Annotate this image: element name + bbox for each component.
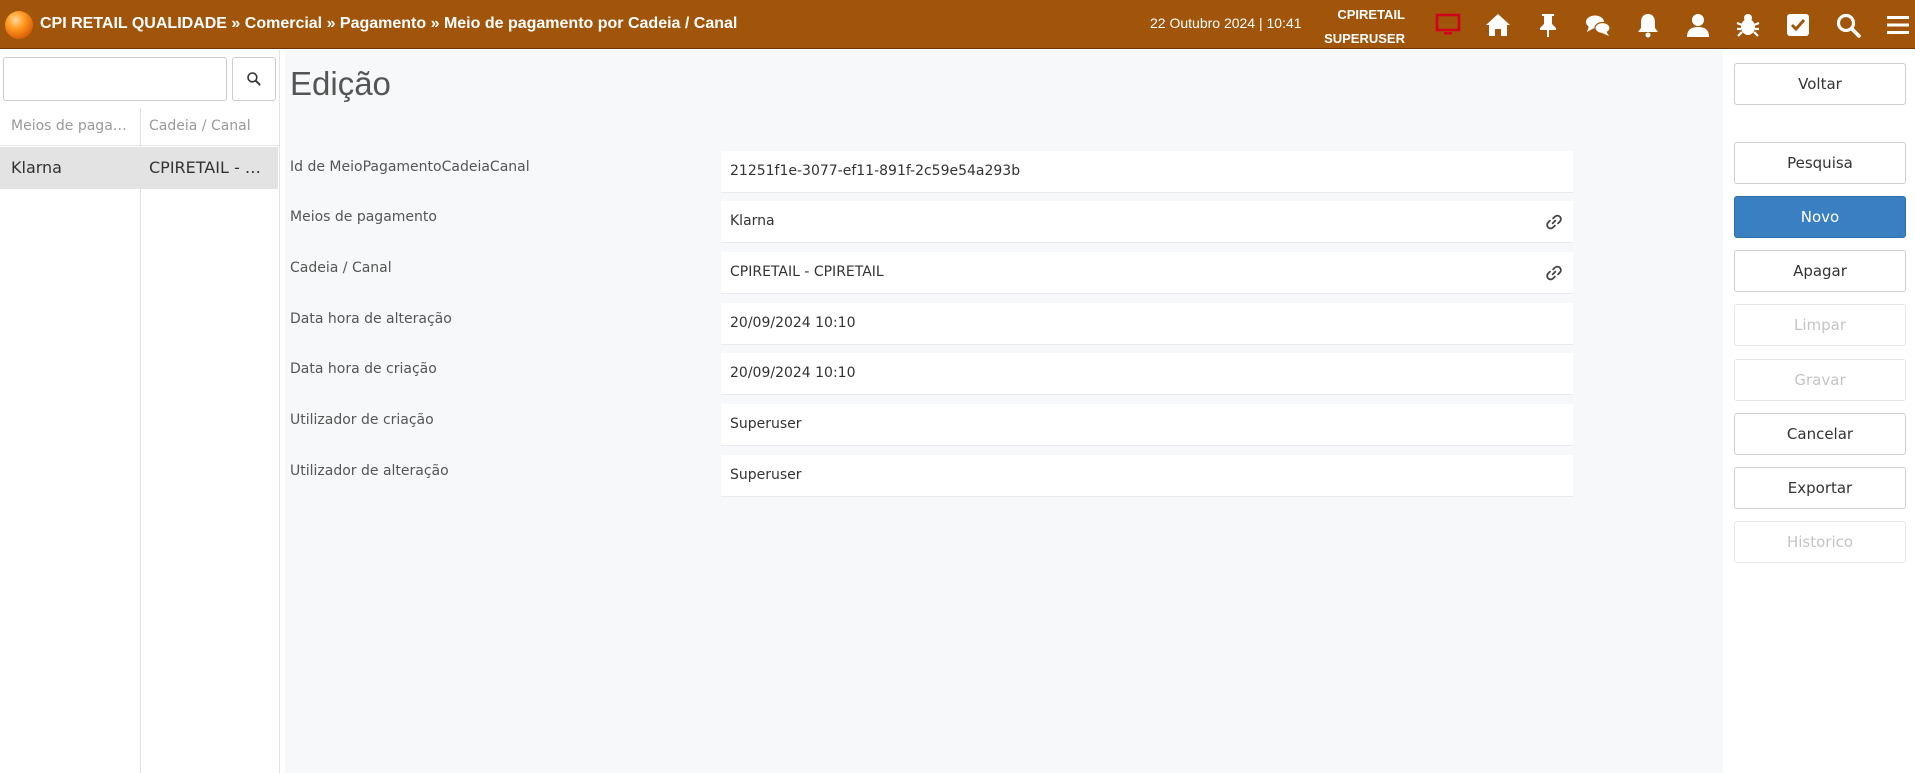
link-icon[interactable] <box>1545 213 1563 231</box>
exportar-button[interactable]: Exportar <box>1734 467 1906 509</box>
field-value: CPIRETAIL - CPIRETAIL <box>730 264 884 280</box>
field-label: Data hora de alteração <box>290 311 452 327</box>
field-value: Superuser <box>730 416 802 432</box>
field-id: Id de MeioPagamentoCadeiaCanal 21251f1e-… <box>285 151 1575 201</box>
field-value: Klarna <box>730 213 775 229</box>
search-button[interactable] <box>232 57 276 101</box>
field-value-box[interactable]: Superuser <box>721 404 1573 446</box>
breadcrumb: CPI RETAIL QUALIDADE » Comercial » Pagam… <box>40 15 738 32</box>
left-panel: Meios de pagamento Cadeia / Canal Klarna… <box>0 50 280 773</box>
monitor-icon[interactable] <box>1423 8 1473 42</box>
link-icon[interactable] <box>1545 264 1563 282</box>
field-utilizador-alteracao: Utilizador de alteração Superuser <box>285 455 1575 505</box>
field-label: Utilizador de criação <box>290 412 434 428</box>
actions-panel: Voltar Pesquisa Novo Apagar Limpar Grava… <box>1723 50 1915 773</box>
field-value-box[interactable]: Superuser <box>721 455 1573 497</box>
field-label: Meios de pagamento <box>290 209 437 225</box>
field-value: 21251f1e-3077-ef11-891f-2c59e54a293b <box>730 163 1021 179</box>
field-value-box[interactable]: 20/09/2024 10:10 <box>721 303 1573 345</box>
column-header-cadeia[interactable]: Cadeia / Canal <box>149 118 275 134</box>
field-meios-pagamento: Meios de pagamento Klarna <box>285 201 1575 251</box>
checkbox-icon[interactable] <box>1773 8 1823 42</box>
field-label: Id de MeioPagamentoCadeiaCanal <box>290 159 530 175</box>
field-value-box[interactable]: Klarna <box>721 201 1573 243</box>
bell-icon[interactable] <box>1623 8 1673 42</box>
chat-icon[interactable] <box>1573 8 1623 42</box>
main-content: Edição Id de MeioPagamentoCadeiaCanal 21… <box>285 50 1723 773</box>
field-data-criacao: Data hora de criação 20/09/2024 10:10 <box>285 353 1575 403</box>
top-bar: CPI RETAIL QUALIDADE » Comercial » Pagam… <box>0 0 1915 49</box>
menu-icon[interactable] <box>1873 8 1915 42</box>
search-icon[interactable] <box>1823 8 1873 42</box>
app-logo[interactable] <box>5 11 33 39</box>
field-label: Data hora de criação <box>290 361 437 377</box>
limpar-button[interactable]: Limpar <box>1734 304 1906 346</box>
apagar-button[interactable]: Apagar <box>1734 250 1906 292</box>
home-icon[interactable] <box>1473 8 1523 42</box>
gravar-button[interactable]: Gravar <box>1734 359 1906 401</box>
list-item-meio: Klarna <box>11 158 62 177</box>
field-value: Superuser <box>730 467 802 483</box>
field-utilizador-criacao: Utilizador de criação Superuser <box>285 404 1575 454</box>
pin-icon[interactable] <box>1523 8 1573 42</box>
historico-button[interactable]: Historico <box>1734 521 1906 563</box>
field-data-alteracao: Data hora de alteração 20/09/2024 10:10 <box>285 303 1575 353</box>
novo-button[interactable]: Novo <box>1734 196 1906 238</box>
current-datetime: 22 Outubro 2024 | 10:41 <box>1150 15 1302 31</box>
field-cadeia-canal: Cadeia / Canal CPIRETAIL - CPIRETAIL <box>285 252 1575 302</box>
field-label: Utilizador de alteração <box>290 463 449 479</box>
list-item[interactable]: Klarna CPIRETAIL - CPIRETAIL <box>0 147 278 189</box>
bug-icon[interactable] <box>1723 8 1773 42</box>
search-icon <box>247 72 261 86</box>
user-info: CPIRETAIL SUPERUSER <box>1305 3 1405 51</box>
field-value: 20/09/2024 10:10 <box>730 365 856 381</box>
field-value-box[interactable]: CPIRETAIL - CPIRETAIL <box>721 252 1573 294</box>
voltar-button[interactable]: Voltar <box>1734 63 1906 105</box>
field-value-box[interactable]: 21251f1e-3077-ef11-891f-2c59e54a293b <box>721 151 1573 193</box>
list-item-cadeia: CPIRETAIL - CPIRETAIL <box>149 158 271 177</box>
header-icons <box>1423 8 1915 42</box>
column-divider <box>140 108 141 773</box>
column-header-meios[interactable]: Meios de pagamento <box>11 118 136 134</box>
page-title: Edição <box>290 65 391 102</box>
search-input[interactable] <box>3 57 227 101</box>
field-value-box[interactable]: 20/09/2024 10:10 <box>721 353 1573 395</box>
pesquisa-button[interactable]: Pesquisa <box>1734 142 1906 184</box>
user-icon[interactable] <box>1673 8 1723 42</box>
field-label: Cadeia / Canal <box>290 260 392 276</box>
field-value: 20/09/2024 10:10 <box>730 315 856 331</box>
company-name: CPIRETAIL <box>1337 7 1405 22</box>
user-name: SUPERUSER <box>1324 31 1405 46</box>
cancelar-button[interactable]: Cancelar <box>1734 413 1906 455</box>
